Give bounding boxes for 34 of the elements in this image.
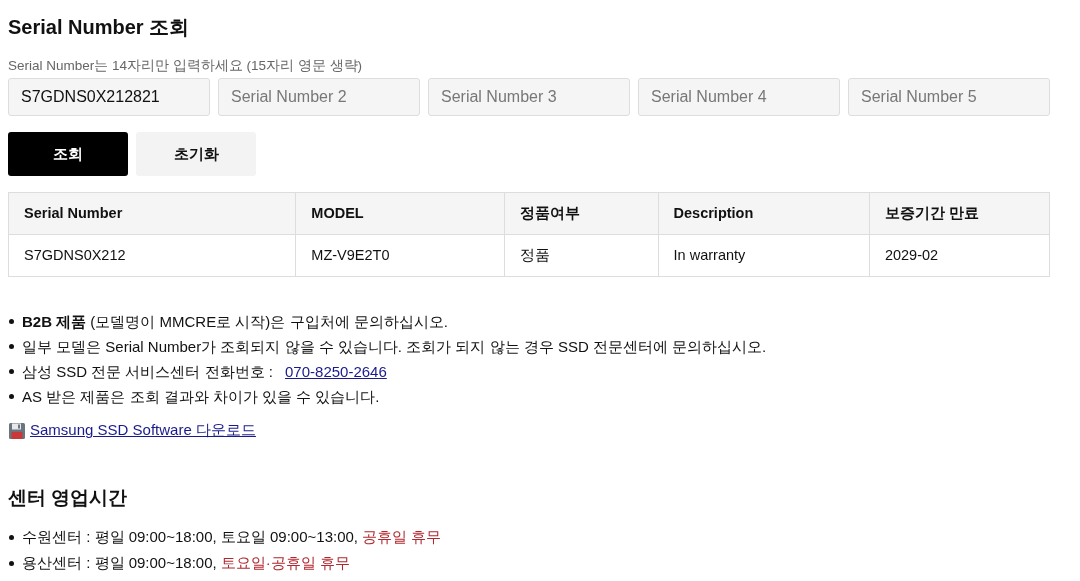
hours-text: 용산센터 : 평일 09:00~18:00, 토요일·공휴일 휴무 <box>22 553 350 573</box>
section-title: 센터 영업시간 <box>8 485 129 510</box>
table-cell: 2029-02 <box>869 234 1050 277</box>
page-title: Serial Number 조회 <box>8 15 191 40</box>
table-cell: MZ-V9E2T0 <box>295 234 504 277</box>
search-button[interactable]: 조회 <box>8 132 128 177</box>
bullet-icon <box>9 369 14 375</box>
table-cell: In warranty <box>658 234 870 277</box>
note-text: 삼성 SSD 전문 서비스센터 전화번호 : <box>22 361 274 382</box>
table-cell: 정품 <box>504 234 659 277</box>
download-link[interactable]: Samsung SSD Software 다운로드 <box>30 419 256 442</box>
serial-input-field[interactable]: Serial Number 5 <box>848 78 1050 117</box>
table-cell: S7GDNS0X212 <box>8 234 296 277</box>
column-header: Description <box>658 192 870 235</box>
column-header: 정품여부 <box>504 192 659 235</box>
serial-input-field[interactable]: Serial Number 2 <box>218 78 420 117</box>
column-header: Serial Number <box>8 192 296 235</box>
phone-link[interactable]: 070-8250-2646 <box>285 360 387 383</box>
reset-button[interactable]: 초기화 <box>136 132 256 177</box>
note-text: B2B 제품 (모델명이 MMCRE로 시작)은 구입처에 문의하십시오. <box>22 311 448 332</box>
note-text: AS 받은 제품은 조회 결과와 차이가 있을 수 있습니다. <box>22 386 380 407</box>
column-header: MODEL <box>295 192 504 235</box>
bullet-icon <box>9 319 14 325</box>
bullet-icon <box>9 394 14 400</box>
hint-text: Serial Number는 14자리만 입력하세요 (15자리 영문 생략) <box>8 57 364 75</box>
bullet-icon <box>9 344 14 350</box>
note-text: 일부 모델은 Serial Number가 조회되지 않을 수 있습니다. 조회가 되지 않는 경우 SSD 전문센터에 문의하십시오. <box>22 336 767 357</box>
bullet-icon <box>9 534 14 540</box>
hours-text: 수원센터 : 평일 09:00~18:00, 토요일 09:00~13:00, 공휴일 휴무 <box>22 527 442 547</box>
column-header: 보증기간 만료 <box>869 192 1050 235</box>
serial-input-field[interactable]: Serial Number 4 <box>638 78 840 117</box>
bullet-icon <box>9 560 14 566</box>
serial-input-field[interactable]: Serial Number 3 <box>428 78 630 117</box>
serial-input-field[interactable]: S7GDNS0X212821 <box>8 78 210 117</box>
